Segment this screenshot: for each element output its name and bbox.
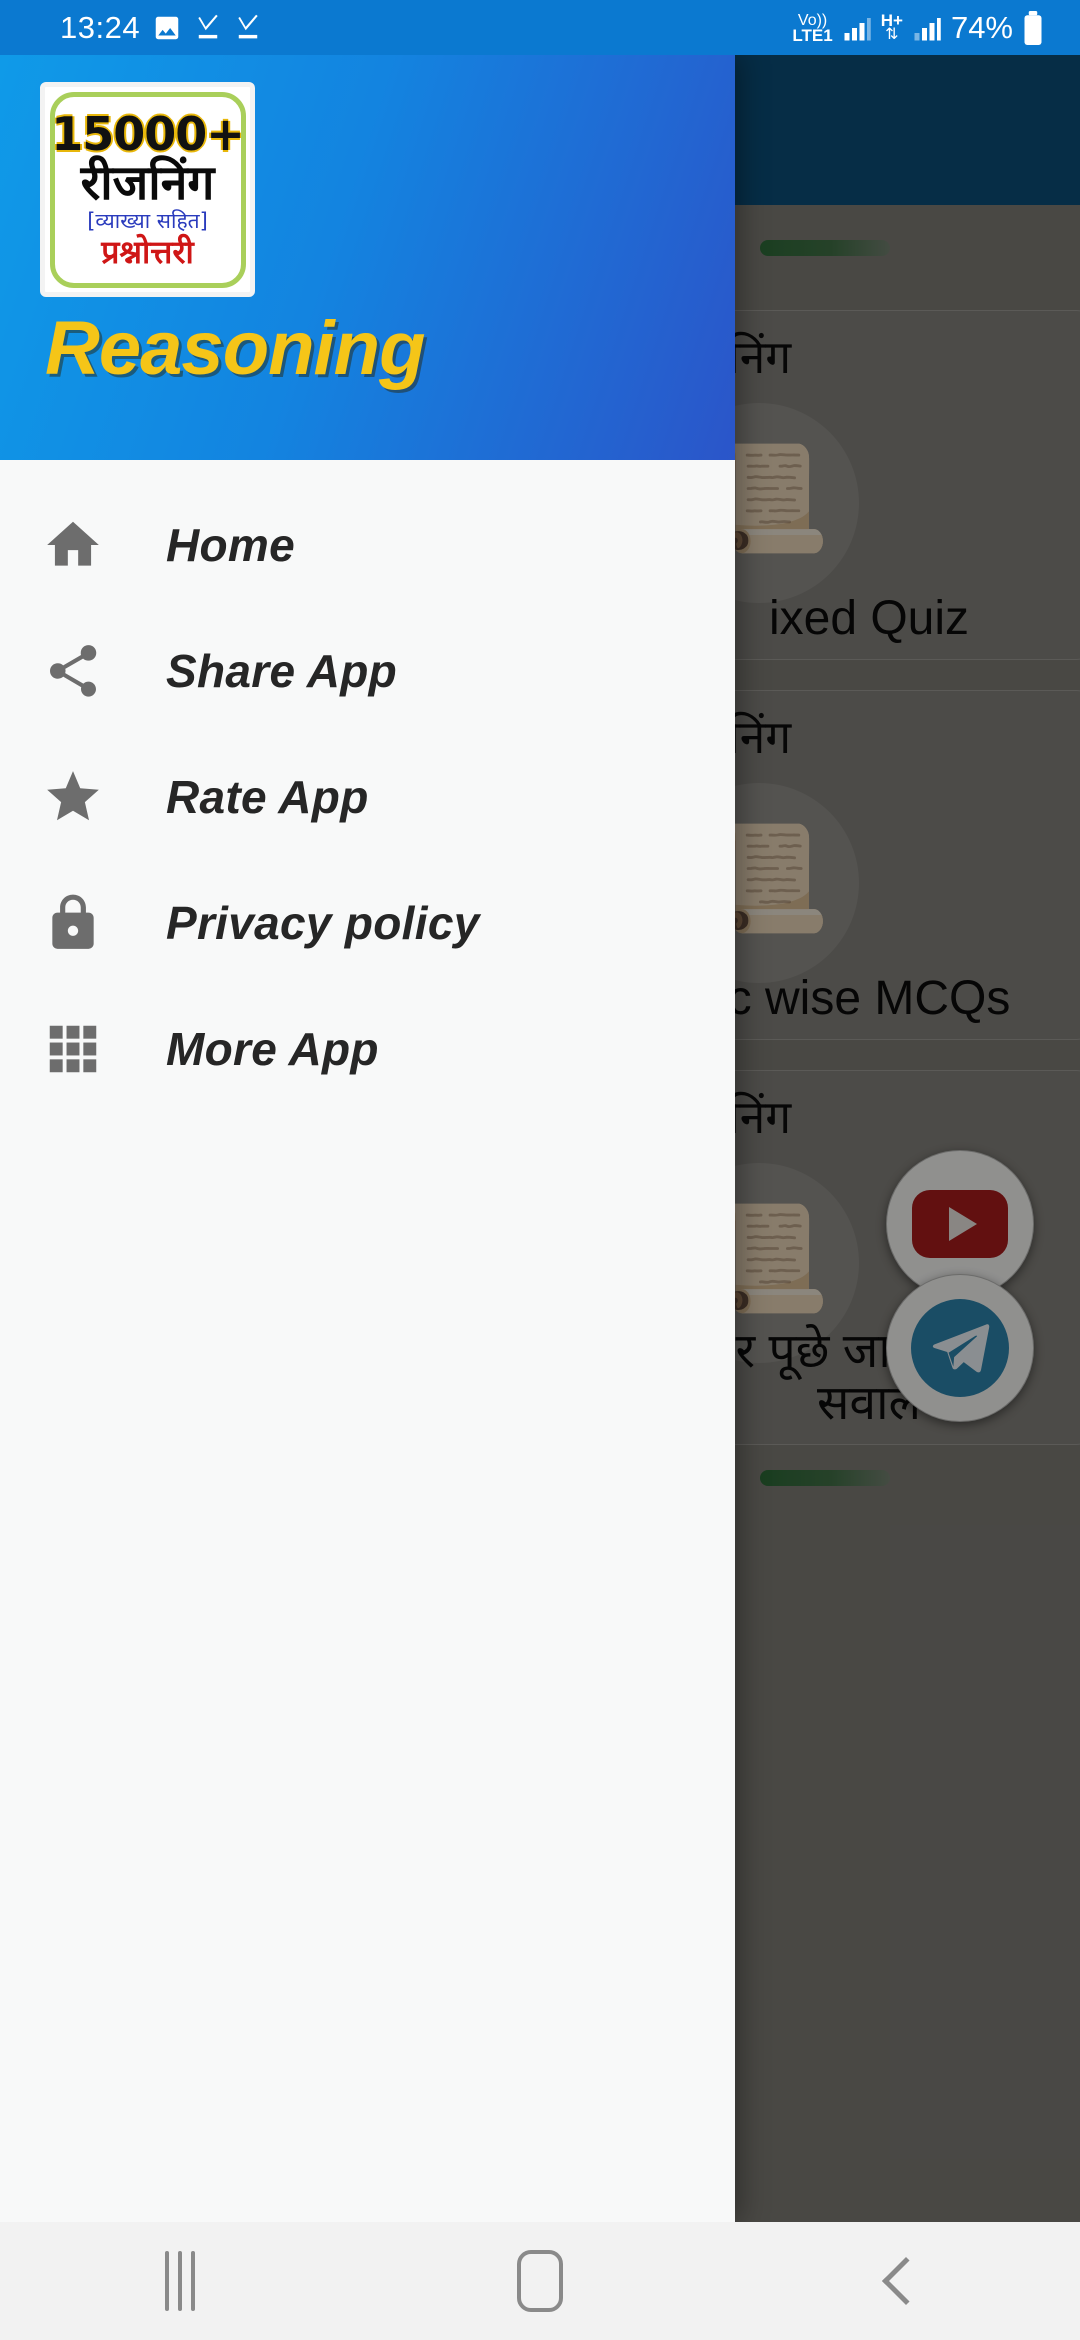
sidebar-item-label: More App: [166, 1023, 379, 1075]
image-icon: [155, 16, 179, 39]
status-bar: 13:24 Vo)) LTE1 H+ ⇅ 74%: [0, 0, 1080, 55]
lock-icon: [42, 892, 118, 954]
sidebar-item-more-app[interactable]: More App: [0, 986, 735, 1112]
signal-bars-icon: [844, 17, 871, 40]
sidebar-item-label: Rate App: [166, 771, 369, 823]
home-icon: [42, 514, 118, 576]
sidebar-item-label: Home: [166, 519, 296, 571]
logo-line-subject: रीजनिंग: [80, 155, 215, 212]
recents-button[interactable]: [100, 2251, 260, 2311]
sidebar-item-rate-app[interactable]: Rate App: [0, 734, 735, 860]
battery-icon: [1024, 10, 1042, 45]
home-button-icon: [517, 2250, 563, 2312]
sidebar-item-label: Privacy policy: [166, 897, 480, 949]
grid-apps-icon: [42, 1018, 118, 1080]
recents-icon: [165, 2251, 195, 2311]
back-icon: [881, 2256, 931, 2306]
hspa-plus-icon: H+ ⇅: [880, 10, 903, 43]
signal-bars-icon: [914, 17, 941, 40]
app-logo: 15000+ रीजनिंग [व्याख्या सहित] प्रश्नोत्…: [40, 82, 255, 297]
sidebar-item-home[interactable]: Home: [0, 482, 735, 608]
back-button[interactable]: [820, 2256, 980, 2306]
logo-line-type: प्रश्नोत्तरी: [101, 232, 194, 271]
check-download-icon: [238, 14, 258, 38]
sidebar-item-share-app[interactable]: Share App: [0, 608, 735, 734]
navigation-drawer: 15000+ रीजनिंग [व्याख्या सहित] प्रश्नोत्…: [0, 55, 735, 2222]
battery-percent: 74%: [950, 9, 1013, 45]
sidebar-item-label: Share App: [166, 645, 398, 697]
logo-line-count: 15000+: [51, 107, 244, 162]
volte-icon: Vo)) LTE1: [792, 11, 833, 45]
status-time: 13:24: [60, 9, 141, 45]
drawer-header: 15000+ रीजनिंग [व्याख्या सहित] प्रश्नोत्…: [0, 55, 735, 460]
app-title: Reasoning: [45, 306, 425, 391]
logo-line-note: [व्याख्या सहित]: [87, 209, 208, 234]
home-button[interactable]: [460, 2250, 620, 2312]
check-download-icon: [198, 14, 218, 38]
sidebar-item-privacy-policy[interactable]: Privacy policy: [0, 860, 735, 986]
drawer-menu: Home Share App Rate App Privacy policy M…: [0, 460, 735, 1112]
share-icon: [42, 640, 118, 702]
system-nav-bar: [0, 2222, 1080, 2340]
star-icon: [42, 766, 118, 828]
